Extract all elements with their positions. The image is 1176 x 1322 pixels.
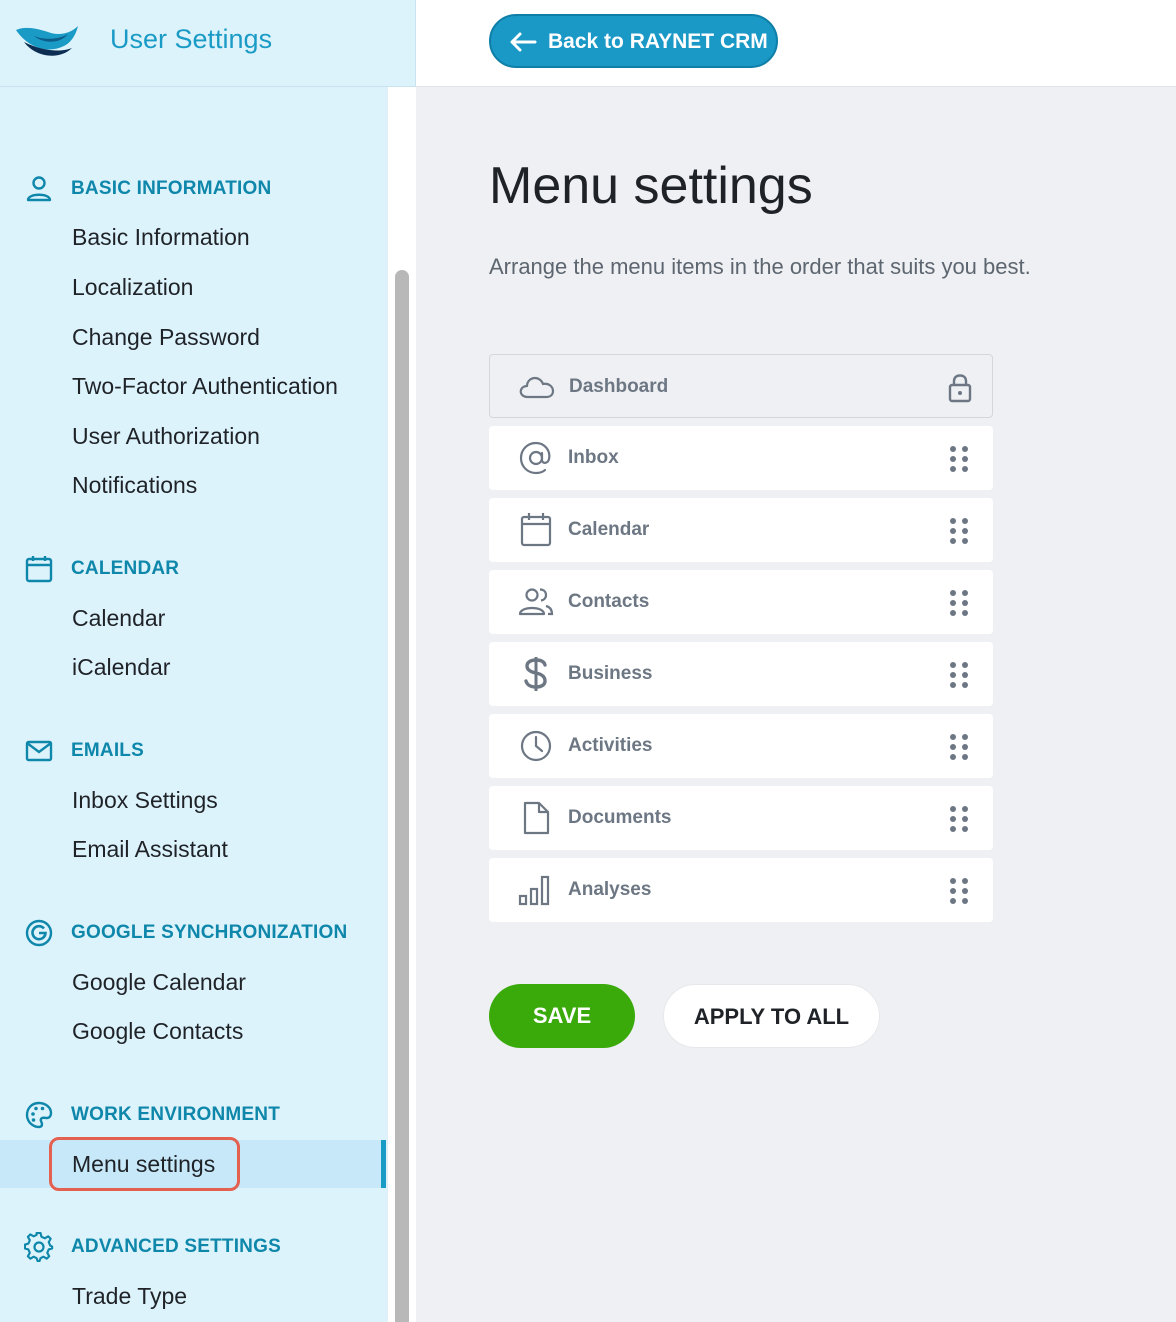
section-title: WORK ENVIRONMENT bbox=[71, 1104, 281, 1125]
sidebar-item-label: Localization bbox=[72, 274, 194, 300]
sidebar-item-basic-information[interactable]: Basic Information bbox=[0, 213, 386, 261]
section-emails: EMAILS bbox=[0, 732, 386, 772]
menu-item-label: Contacts bbox=[568, 591, 650, 612]
sidebar-item-label: iCalendar bbox=[72, 654, 171, 680]
user-icon bbox=[26, 176, 52, 202]
menu-item-activities[interactable]: Activities bbox=[489, 714, 993, 778]
menu-item-contacts[interactable]: Contacts bbox=[489, 570, 993, 634]
sidebar-item-label: Calendar bbox=[72, 605, 166, 631]
sidebar-scrollbar-thumb[interactable] bbox=[395, 270, 409, 1322]
raynet-logo bbox=[16, 26, 78, 56]
menu-item-inbox[interactable]: Inbox bbox=[489, 426, 993, 490]
section-advanced-settings: ADVANCED SETTINGS bbox=[0, 1228, 386, 1268]
sidebar-item-localization[interactable]: Localization bbox=[0, 263, 386, 311]
section-work-environment: WORK ENVIRONMENT bbox=[0, 1096, 386, 1136]
sidebar-item-label: Inbox Settings bbox=[72, 787, 218, 813]
sidebar-item-change-password[interactable]: Change Password bbox=[0, 313, 386, 361]
sidebar-header: User Settings bbox=[0, 0, 416, 87]
drag-handle-icon[interactable] bbox=[944, 660, 974, 690]
envelope-icon bbox=[25, 740, 53, 762]
section-title: EMAILS bbox=[71, 740, 144, 761]
menu-item-label: Business bbox=[568, 663, 653, 684]
menu-item-documents[interactable]: Documents bbox=[489, 786, 993, 850]
sidebar-item-label: Change Password bbox=[72, 324, 260, 350]
section-title: GOOGLE SYNCHRONIZATION bbox=[71, 922, 348, 943]
bar-chart-icon bbox=[518, 875, 550, 906]
section-title: BASIC INFORMATION bbox=[71, 178, 272, 199]
save-button[interactable]: SAVE bbox=[489, 984, 635, 1048]
people-icon bbox=[518, 588, 554, 616]
sidebar-item-label: User Authorization bbox=[72, 423, 260, 449]
menu-item-label: Documents bbox=[568, 807, 672, 828]
document-icon bbox=[523, 801, 550, 835]
sidebar-item-two-factor-authentication[interactable]: Two-Factor Authentication bbox=[0, 362, 386, 410]
dollar-icon bbox=[524, 657, 547, 691]
section-title: CALENDAR bbox=[71, 558, 180, 579]
section-basic-information: BASIC INFORMATION bbox=[0, 170, 386, 210]
drag-handle-icon[interactable] bbox=[944, 804, 974, 834]
section-google-synchronization: GOOGLE SYNCHRONIZATION bbox=[0, 914, 386, 954]
clock-icon bbox=[520, 730, 552, 762]
google-icon bbox=[25, 919, 53, 947]
menu-item-analyses[interactable]: Analyses bbox=[489, 858, 993, 922]
page-title: Menu settings bbox=[489, 157, 813, 215]
menu-item-label: Inbox bbox=[568, 447, 619, 468]
sidebar-item-email-assistant[interactable]: Email Assistant bbox=[0, 825, 386, 873]
sidebar-item-google-calendar[interactable]: Google Calendar bbox=[0, 958, 386, 1006]
drag-handle-icon[interactable] bbox=[944, 588, 974, 618]
sidebar-item-label: Trade Type bbox=[72, 1283, 188, 1309]
sidebar-item-trade-type[interactable]: Trade Type bbox=[0, 1272, 386, 1320]
cloud-icon bbox=[519, 376, 555, 399]
palette-icon bbox=[25, 1101, 53, 1129]
menu-item-label: Activities bbox=[568, 735, 653, 756]
back-to-crm-label: Back to RAYNET CRM bbox=[548, 30, 768, 53]
sidebar-item-calendar[interactable]: Calendar bbox=[0, 594, 386, 642]
sidebar-item-notifications[interactable]: Notifications bbox=[0, 461, 386, 509]
sidebar-item-label: Google Calendar bbox=[72, 969, 246, 995]
calendar-icon bbox=[520, 513, 552, 547]
menu-item-business[interactable]: Business bbox=[489, 642, 993, 706]
sidebar-item-label: Email Assistant bbox=[72, 836, 228, 862]
lock-icon bbox=[948, 374, 972, 403]
sidebar: User Settings BASIC INFORMATION Basic In… bbox=[0, 0, 416, 1322]
app-title: User Settings bbox=[110, 24, 273, 54]
calendar-icon bbox=[25, 556, 53, 583]
section-title: ADVANCED SETTINGS bbox=[71, 1236, 281, 1257]
sidebar-item-inbox-settings[interactable]: Inbox Settings bbox=[0, 776, 386, 824]
sidebar-item-label: Notifications bbox=[72, 472, 198, 498]
sidebar-item-icalendar[interactable]: iCalendar bbox=[0, 643, 386, 691]
gear-icon bbox=[24, 1232, 54, 1262]
menu-item-label: Dashboard bbox=[569, 376, 669, 397]
apply-to-all-button[interactable]: APPLY TO ALL bbox=[663, 984, 880, 1048]
sidebar-item-label: Google Contacts bbox=[72, 1018, 244, 1044]
sidebar-item-google-contacts[interactable]: Google Contacts bbox=[0, 1007, 386, 1055]
at-icon bbox=[519, 441, 551, 475]
drag-handle-icon[interactable] bbox=[944, 732, 974, 762]
page-description: Arrange the menu items in the order that… bbox=[489, 254, 1031, 279]
sidebar-item-user-authorization[interactable]: User Authorization bbox=[0, 412, 386, 460]
highlight-annotation bbox=[49, 1137, 240, 1191]
back-to-crm-button[interactable]: Back to RAYNET CRM bbox=[489, 14, 778, 68]
menu-item-calendar[interactable]: Calendar bbox=[489, 498, 993, 562]
section-calendar: CALENDAR bbox=[0, 550, 386, 590]
sidebar-item-label: Basic Information bbox=[72, 224, 250, 250]
sidebar-item-label: Two-Factor Authentication bbox=[72, 373, 338, 399]
drag-handle-icon[interactable] bbox=[944, 876, 974, 906]
drag-handle-icon[interactable] bbox=[944, 444, 974, 474]
menu-item-label: Analyses bbox=[568, 879, 652, 900]
menu-item-label: Calendar bbox=[568, 519, 650, 540]
drag-handle-icon[interactable] bbox=[944, 516, 974, 546]
arrow-left-icon bbox=[510, 32, 537, 52]
menu-item-dashboard: Dashboard bbox=[489, 354, 993, 418]
